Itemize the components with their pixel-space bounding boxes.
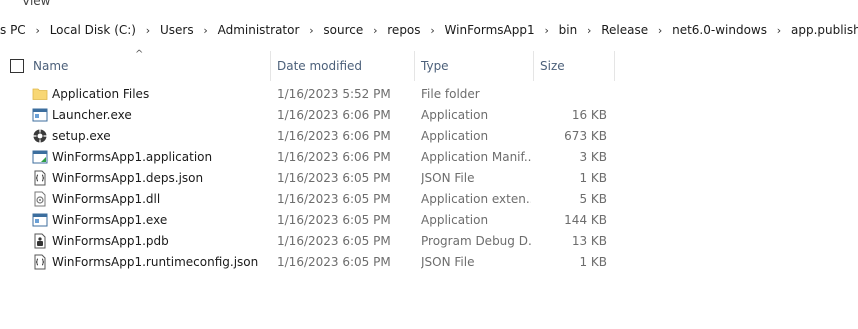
application-icon bbox=[32, 107, 48, 123]
file-size: 3 KB bbox=[579, 150, 607, 164]
file-type: Application bbox=[421, 129, 489, 143]
file-row[interactable]: Launcher.exe 1/16/2023 6:06 PM Application… bbox=[0, 105, 858, 126]
breadcrumb: s PC › Local Disk (C:) › Users › Administrator… bbox=[0, 23, 858, 37]
breadcrumb-item[interactable]: s PC bbox=[0, 23, 30, 37]
file-row[interactable]: WinFormsApp1.exe 1/16/2023 6:05 PM Applica… bbox=[0, 210, 858, 231]
column-header-size[interactable]: Size bbox=[534, 51, 614, 81]
file-type: JSON File bbox=[421, 171, 475, 185]
file-date-modified: 1/16/2023 6:06 PM bbox=[277, 129, 391, 143]
file-name: WinFormsApp1.application bbox=[52, 150, 213, 164]
file-type: Application bbox=[421, 108, 489, 122]
file-type: JSON File bbox=[421, 255, 475, 269]
file-row[interactable]: WinFormsApp1.pdb 1/16/2023 6:05 PM Program… bbox=[0, 231, 858, 252]
chevron-right-icon[interactable]: › bbox=[303, 24, 319, 37]
setup-icon bbox=[32, 128, 48, 144]
file-row[interactable]: WinFormsApp1.runtimeconfig.json 1/16/2023… bbox=[0, 252, 858, 273]
chevron-right-icon[interactable]: › bbox=[652, 24, 668, 37]
chevron-right-icon[interactable]: › bbox=[771, 24, 787, 37]
file-date-modified: 1/16/2023 6:05 PM bbox=[277, 255, 391, 269]
json-icon bbox=[32, 170, 48, 186]
breadcrumb-item[interactable]: WinFormsApp1 bbox=[441, 23, 539, 37]
chevron-right-icon[interactable]: › bbox=[425, 24, 441, 37]
view-menu-label[interactable]: View bbox=[22, 0, 50, 8]
file-type: Application exten... bbox=[421, 192, 531, 206]
pdb-icon bbox=[32, 233, 48, 249]
column-header-date[interactable]: Date modified bbox=[271, 51, 414, 81]
application-icon bbox=[32, 212, 48, 228]
file-name: Application Files bbox=[52, 87, 150, 101]
file-row[interactable]: Application Files 1/16/2023 5:52 PM File f… bbox=[0, 84, 858, 105]
breadcrumb-item[interactable]: source bbox=[319, 23, 367, 37]
column-header-type[interactable]: Type bbox=[415, 51, 533, 81]
chevron-right-icon[interactable]: › bbox=[198, 24, 214, 37]
select-all-checkbox[interactable] bbox=[10, 59, 24, 73]
file-size: 144 KB bbox=[564, 213, 607, 227]
file-name: WinFormsApp1.dll bbox=[52, 192, 161, 206]
breadcrumb-item[interactable]: Local Disk (C:) bbox=[46, 23, 140, 37]
breadcrumb-item[interactable]: Release bbox=[597, 23, 652, 37]
file-type: File folder bbox=[421, 87, 480, 101]
breadcrumb-item[interactable]: repos bbox=[383, 23, 424, 37]
file-row[interactable]: WinFormsApp1.dll 1/16/2023 6:05 PM Applica… bbox=[0, 189, 858, 210]
manifest-icon bbox=[32, 149, 48, 165]
file-type: Application Manif... bbox=[421, 150, 531, 164]
file-name: WinFormsApp1.exe bbox=[52, 213, 168, 227]
file-type: Program Debug D... bbox=[421, 234, 531, 248]
file-date-modified: 1/16/2023 6:06 PM bbox=[277, 108, 391, 122]
file-size: 16 KB bbox=[571, 108, 607, 122]
chevron-right-icon[interactable]: › bbox=[581, 24, 597, 37]
file-name: Launcher.exe bbox=[52, 108, 132, 122]
column-header-name[interactable]: Name bbox=[27, 51, 273, 81]
file-size: 673 KB bbox=[564, 129, 607, 143]
file-list: Application Files 1/16/2023 5:52 PM File f… bbox=[0, 84, 858, 273]
file-size: 13 KB bbox=[571, 234, 607, 248]
file-date-modified: 1/16/2023 5:52 PM bbox=[277, 87, 391, 101]
breadcrumb-item[interactable]: Administrator bbox=[214, 23, 304, 37]
dll-icon bbox=[32, 191, 48, 207]
file-size: 1 KB bbox=[579, 255, 607, 269]
file-name: setup.exe bbox=[52, 129, 111, 143]
file-date-modified: 1/16/2023 6:05 PM bbox=[277, 171, 391, 185]
file-name: WinFormsApp1.runtimeconfig.json bbox=[52, 255, 259, 269]
chevron-right-icon[interactable]: › bbox=[30, 24, 46, 37]
breadcrumb-item[interactable]: Users bbox=[156, 23, 198, 37]
file-row[interactable]: WinFormsApp1.deps.json 1/16/2023 6:05 PM J… bbox=[0, 168, 858, 189]
chevron-right-icon[interactable]: › bbox=[367, 24, 383, 37]
column-header-row: ^ Name Date modified Type Size bbox=[0, 49, 858, 81]
file-name: WinFormsApp1.deps.json bbox=[52, 171, 204, 185]
file-row[interactable]: setup.exe 1/16/2023 6:06 PM Application 673… bbox=[0, 126, 858, 147]
file-date-modified: 1/16/2023 6:05 PM bbox=[277, 213, 391, 227]
ribbon-remnant: View bbox=[0, 0, 858, 10]
breadcrumb-item[interactable]: app.publish bbox=[787, 23, 858, 37]
breadcrumb-item[interactable]: bin bbox=[555, 23, 582, 37]
json-icon bbox=[32, 254, 48, 270]
chevron-right-icon[interactable]: › bbox=[140, 24, 156, 37]
file-type: Application bbox=[421, 213, 489, 227]
file-size: 1 KB bbox=[579, 171, 607, 185]
file-date-modified: 1/16/2023 6:05 PM bbox=[277, 192, 391, 206]
file-row[interactable]: WinFormsApp1.application 1/16/2023 6:06 P… bbox=[0, 147, 858, 168]
file-date-modified: 1/16/2023 6:05 PM bbox=[277, 234, 391, 248]
file-date-modified: 1/16/2023 6:06 PM bbox=[277, 150, 391, 164]
address-bar[interactable]: s PC › Local Disk (C:) › Users › Administrator… bbox=[0, 10, 858, 51]
file-size: 5 KB bbox=[579, 192, 607, 206]
folder-icon bbox=[32, 86, 48, 102]
file-name: WinFormsApp1.pdb bbox=[52, 234, 169, 248]
column-divider[interactable] bbox=[614, 51, 615, 81]
chevron-right-icon[interactable]: › bbox=[539, 24, 555, 37]
breadcrumb-item[interactable]: net6.0-windows bbox=[668, 23, 771, 37]
